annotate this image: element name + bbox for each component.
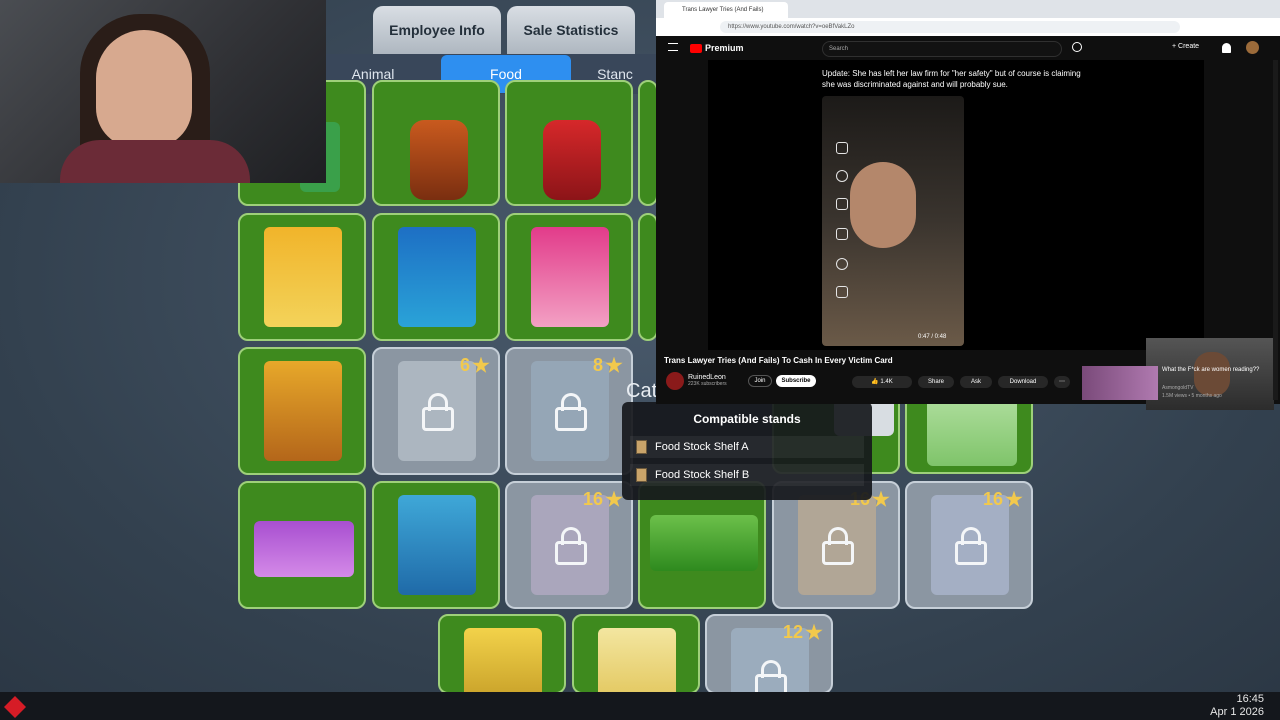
shelf-icon <box>636 468 647 482</box>
video-time: 0:47 / 0:48 <box>918 334 947 340</box>
tab-employee-info[interactable]: Employee Info <box>373 6 501 54</box>
product-tile[interactable] <box>372 80 500 206</box>
channel-name[interactable]: RuinedLeon 223K subscribers <box>688 374 727 387</box>
product-tile[interactable] <box>638 213 658 341</box>
lock-icon <box>755 660 787 692</box>
product-tile[interactable] <box>638 481 766 609</box>
product-tile[interactable] <box>505 213 633 341</box>
avatar[interactable] <box>1246 41 1259 54</box>
search-input[interactable]: Search <box>822 41 1062 57</box>
product-tile[interactable] <box>238 347 366 475</box>
product-tile[interactable] <box>572 614 700 692</box>
search-icon[interactable] <box>836 170 848 182</box>
coin-icon <box>805 623 823 640</box>
shelf-icon <box>636 440 647 454</box>
product-tile[interactable] <box>372 481 500 609</box>
coin-icon <box>472 356 490 373</box>
product-tile[interactable] <box>438 614 566 692</box>
url-field[interactable]: https://www.youtube.com/watch?v=oeBfVakL… <box>720 21 1180 33</box>
price-label: 12 <box>783 622 823 643</box>
mail-icon[interactable] <box>836 228 848 240</box>
share-button[interactable]: Share <box>918 376 954 388</box>
stand-name: Food Stock Shelf B <box>655 469 750 481</box>
more-icon[interactable]: ⋯ <box>1054 376 1070 388</box>
tooltip-title: Compatible stands <box>693 412 801 426</box>
search-icon[interactable] <box>1072 42 1082 52</box>
stand-name: Food Stock Shelf A <box>655 441 749 453</box>
price-label: 6 <box>460 355 490 376</box>
video-player[interactable]: Update: She has left her law firm for "h… <box>708 60 1274 410</box>
coin-icon <box>605 490 623 507</box>
refresh-icon[interactable] <box>836 258 848 270</box>
video-caption: Update: She has left her law firm for "h… <box>822 69 1081 89</box>
home-icon[interactable] <box>836 142 848 154</box>
like-button[interactable]: 👍 1.4K <box>852 376 912 388</box>
join-button[interactable]: Join <box>748 375 772 387</box>
coin-icon <box>872 490 890 507</box>
browser-window: Trans Lawyer Tries (And Fails) https://w… <box>656 0 1280 410</box>
rec-title: What the F*ck are women reading?? <box>1162 367 1260 373</box>
locked-product-tile[interactable]: 12 <box>705 614 833 692</box>
lock-icon <box>955 527 987 565</box>
clock-time: 16:45 <box>1236 693 1264 705</box>
youtube-logo[interactable]: Premium <box>690 43 744 53</box>
lock-icon <box>422 393 454 431</box>
menu-icon[interactable] <box>668 43 678 51</box>
bell-icon[interactable] <box>836 198 848 210</box>
coin-icon <box>1005 490 1023 507</box>
stand-row: Food Stock Shelf A <box>630 436 864 458</box>
price-label: 16 <box>583 489 623 510</box>
download-button[interactable]: Download <box>998 376 1048 388</box>
video-thumbnail <box>1082 366 1158 400</box>
scrollbar[interactable] <box>1273 60 1278 400</box>
price-label: 16 <box>983 489 1023 510</box>
product-tile[interactable] <box>238 481 366 609</box>
locked-product-tile[interactable]: 16 <box>772 481 900 609</box>
browser-tab[interactable]: Trans Lawyer Tries (And Fails) <box>664 2 788 18</box>
product-tile[interactable] <box>372 213 500 341</box>
price-label: 8 <box>593 355 623 376</box>
clock-date: Apr 1 2026 <box>1210 706 1264 718</box>
product-tile[interactable] <box>505 80 633 206</box>
recommended-video[interactable]: What the F*ck are women reading?? Asmong… <box>1082 364 1278 400</box>
compatible-stands-tooltip: Compatible stands Food Stock Shelf A Foo… <box>622 402 872 500</box>
tab-sale-statistics[interactable]: Sale Statistics <box>507 6 635 54</box>
subscriber-count: 223K subscribers <box>688 381 727 387</box>
locked-product-tile[interactable]: 16 <box>905 481 1033 609</box>
locked-product-tile[interactable]: 6 <box>372 347 500 475</box>
taskbar: 16:45 Apr 1 2026 <box>0 692 1280 720</box>
lock-icon <box>555 527 587 565</box>
video-title: Trans Lawyer Tries (And Fails) To Cash I… <box>664 356 893 365</box>
youtube-play-icon <box>690 43 702 53</box>
coin-icon <box>605 356 623 373</box>
product-tile[interactable] <box>638 80 658 206</box>
hover-label: Cat <box>626 380 658 402</box>
locked-product-tile[interactable]: 8 <box>505 347 633 475</box>
rec-meta: 1.5M views • 5 months ago <box>1162 393 1222 399</box>
stand-row: Food Stock Shelf B <box>630 464 864 486</box>
locked-product-tile[interactable]: 16 <box>505 481 633 609</box>
bookmark-icon[interactable] <box>836 286 848 298</box>
browser-tab-bar: Trans Lawyer Tries (And Fails) <box>656 0 1280 18</box>
channel-avatar[interactable] <box>666 372 684 390</box>
overlay-sidebar <box>836 120 850 320</box>
ask-button[interactable]: Ask <box>960 376 992 388</box>
address-bar: https://www.youtube.com/watch?v=oeBfVakL… <box>656 18 1280 36</box>
start-icon[interactable] <box>4 696 26 718</box>
youtube-header: Premium Search + Create <box>656 36 1280 60</box>
streamer-webcam <box>0 0 326 183</box>
subscribe-button[interactable]: Subscribe <box>776 375 816 387</box>
lock-icon <box>822 527 854 565</box>
create-button[interactable]: + Create <box>1172 43 1199 50</box>
product-tile[interactable] <box>238 213 366 341</box>
notifications-icon[interactable] <box>1222 43 1231 53</box>
rec-channel: AsmongoldTV <box>1162 385 1194 391</box>
top-tabs: Employee Info Sale Statistics <box>373 6 635 54</box>
lock-icon <box>555 393 587 431</box>
